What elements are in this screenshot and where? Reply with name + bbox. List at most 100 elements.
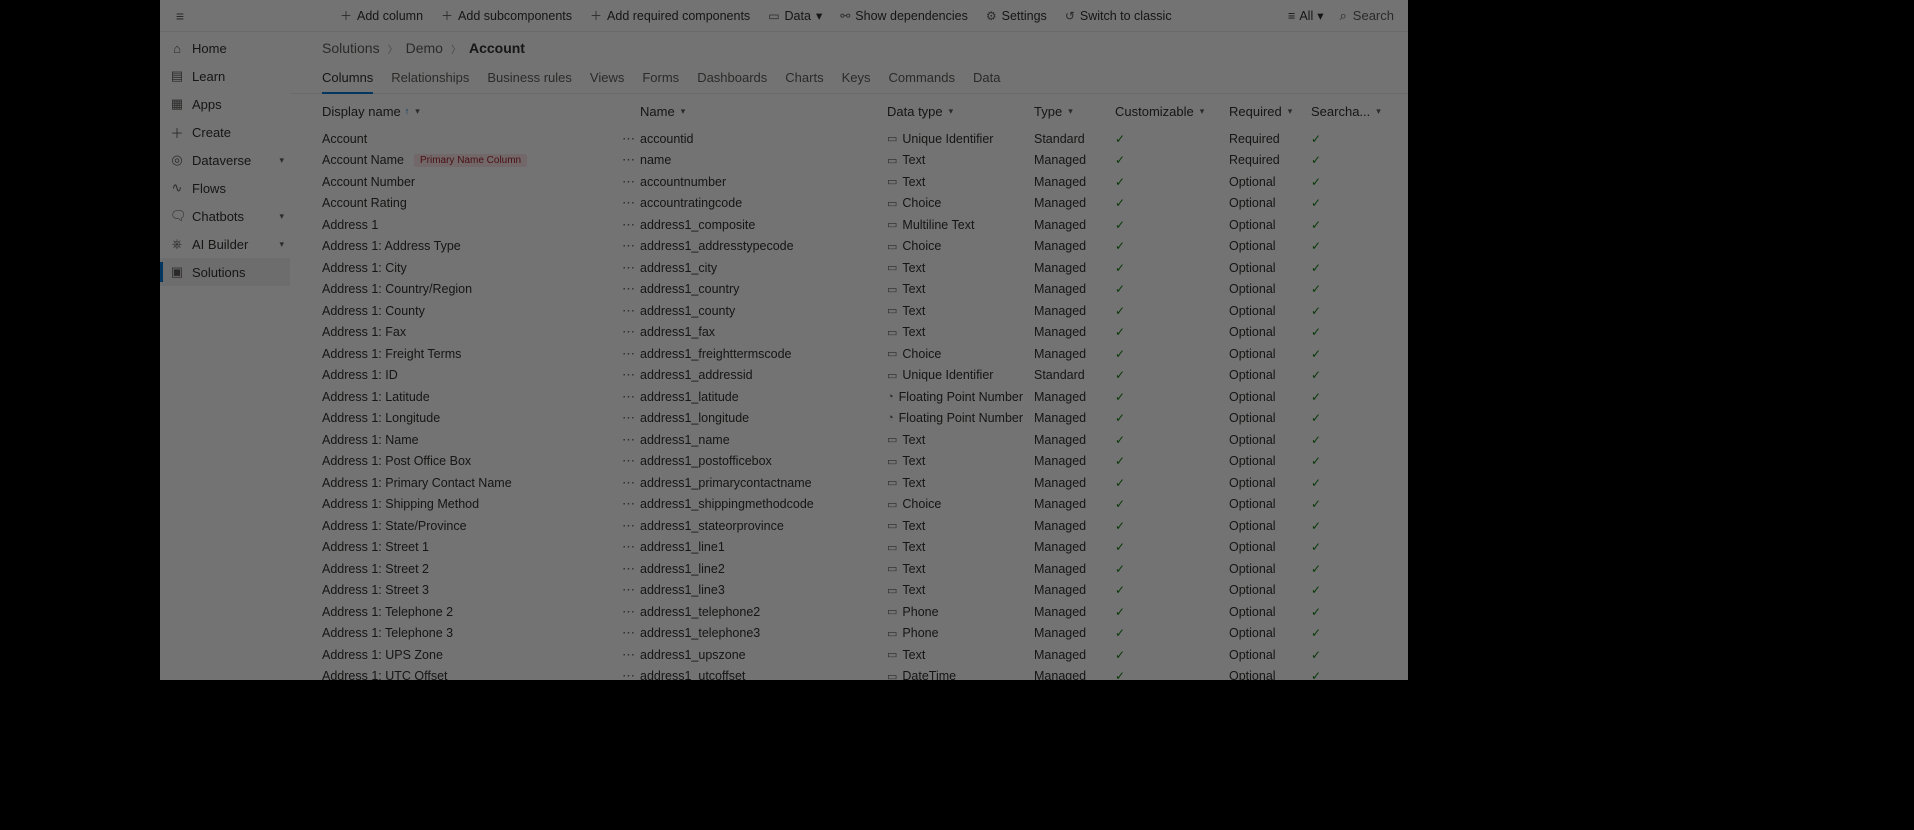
check-icon: ✓: [1115, 282, 1125, 296]
cell-data-type: Text: [902, 648, 925, 662]
breadcrumb-root[interactable]: Solutions: [322, 40, 380, 56]
col-header-customizable[interactable]: Customizable▾: [1115, 104, 1229, 119]
row-more-button[interactable]: ⋯: [618, 668, 640, 680]
add-column-button[interactable]: ＋Add column: [332, 3, 431, 28]
tab-keys[interactable]: Keys: [842, 64, 871, 93]
columns-grid[interactable]: Display name↑▾ Name▾ Data type▾ Type▾ Cu…: [290, 94, 1408, 680]
table-row[interactable]: Address 1: County⋯address1_county▭TextMa…: [290, 300, 1408, 322]
table-row[interactable]: Address 1: Latitude⋯address1_latitude◔Fl…: [290, 386, 1408, 408]
sidebar-item-apps[interactable]: ▦Apps: [160, 90, 290, 118]
add-required-button[interactable]: ＋Add required components: [582, 3, 758, 28]
tab-relationships[interactable]: Relationships: [391, 64, 469, 93]
sidebar-item-flows[interactable]: ∿Flows: [160, 174, 290, 202]
row-more-button[interactable]: ⋯: [618, 217, 640, 233]
data-dropdown[interactable]: ▭Data▾: [760, 4, 830, 27]
tab-forms[interactable]: Forms: [642, 64, 679, 93]
tab-columns[interactable]: Columns: [322, 64, 373, 93]
table-row[interactable]: Account Number⋯accountnumber▭TextManaged…: [290, 171, 1408, 193]
settings-button[interactable]: ⚙Settings: [978, 5, 1055, 27]
table-row[interactable]: Address 1: Shipping Method⋯address1_ship…: [290, 494, 1408, 516]
tab-charts[interactable]: Charts: [785, 64, 823, 93]
row-more-button[interactable]: ⋯: [618, 496, 640, 512]
table-row[interactable]: Address 1: Primary Contact Name⋯address1…: [290, 472, 1408, 494]
col-header-required[interactable]: Required▾: [1229, 104, 1311, 119]
row-more-button[interactable]: ⋯: [618, 174, 640, 190]
row-more-button[interactable]: ⋯: [618, 625, 640, 641]
sidebar-item-create[interactable]: ＋Create: [160, 118, 290, 146]
filter-all-dropdown[interactable]: ≡All▾: [1282, 4, 1329, 27]
sidebar-item-learn[interactable]: ▤Learn: [160, 62, 290, 90]
cell-data-type: Text: [902, 282, 925, 296]
sidebar-item-ai-builder[interactable]: ⎈AI Builder▾: [160, 230, 290, 258]
table-row[interactable]: Account NamePrimary Name Column⋯name▭Tex…: [290, 150, 1408, 172]
table-row[interactable]: Address 1: Street 1⋯address1_line1▭TextM…: [290, 537, 1408, 559]
check-icon: ✓: [1311, 605, 1321, 619]
check-icon: ✓: [1115, 669, 1125, 680]
show-dependencies-button[interactable]: ⚯Show dependencies: [832, 5, 976, 27]
row-more-button[interactable]: ⋯: [618, 195, 640, 211]
tab-views[interactable]: Views: [590, 64, 624, 93]
tab-commands[interactable]: Commands: [889, 64, 955, 93]
row-more-button[interactable]: ⋯: [618, 453, 640, 469]
row-more-button[interactable]: ⋯: [618, 475, 640, 491]
row-more-button[interactable]: ⋯: [618, 561, 640, 577]
row-more-button[interactable]: ⋯: [618, 582, 640, 598]
sidebar-item-home[interactable]: ⌂Home: [160, 34, 290, 62]
row-more-button[interactable]: ⋯: [618, 604, 640, 620]
table-row[interactable]: Address 1: City⋯address1_city▭TextManage…: [290, 257, 1408, 279]
tab-dashboards[interactable]: Dashboards: [697, 64, 767, 93]
table-row[interactable]: Address 1: Street 3⋯address1_line3▭TextM…: [290, 580, 1408, 602]
table-row[interactable]: Address 1: Address Type⋯address1_address…: [290, 236, 1408, 258]
table-row[interactable]: Account⋯accountid▭Unique IdentifierStand…: [290, 128, 1408, 150]
row-more-button[interactable]: ⋯: [618, 238, 640, 254]
tab-data[interactable]: Data: [973, 64, 1000, 93]
row-more-button[interactable]: ⋯: [618, 432, 640, 448]
nav-icon: ⌂: [170, 41, 184, 56]
row-more-button[interactable]: ⋯: [618, 539, 640, 555]
row-more-button[interactable]: ⋯: [618, 367, 640, 383]
table-row[interactable]: Address 1: Freight Terms⋯address1_freigh…: [290, 343, 1408, 365]
col-header-display-name[interactable]: Display name↑▾: [322, 104, 640, 119]
tab-business-rules[interactable]: Business rules: [487, 64, 572, 93]
row-more-button[interactable]: ⋯: [618, 260, 640, 276]
nav-toggle-button[interactable]: ≡: [168, 4, 192, 28]
row-more-button[interactable]: ⋯: [618, 389, 640, 405]
table-row[interactable]: Address 1: Telephone 3⋯address1_telephon…: [290, 623, 1408, 645]
cell-data-type: Text: [902, 454, 925, 468]
table-row[interactable]: Address 1: Longitude⋯address1_longitude◔…: [290, 408, 1408, 430]
col-header-name[interactable]: Name▾: [640, 104, 887, 119]
row-more-button[interactable]: ⋯: [618, 131, 640, 147]
sidebar-item-dataverse[interactable]: ◎Dataverse▾: [160, 146, 290, 174]
table-row[interactable]: Address 1: Name⋯address1_name▭TextManage…: [290, 429, 1408, 451]
table-row[interactable]: Address 1: Street 2⋯address1_line2▭TextM…: [290, 558, 1408, 580]
row-more-button[interactable]: ⋯: [618, 324, 640, 340]
row-more-button[interactable]: ⋯: [618, 303, 640, 319]
table-row[interactable]: Account Rating⋯accountratingcode▭ChoiceM…: [290, 193, 1408, 215]
row-more-button[interactable]: ⋯: [618, 346, 640, 362]
table-row[interactable]: Address 1: Country/Region⋯address1_count…: [290, 279, 1408, 301]
check-icon: ✓: [1115, 368, 1125, 382]
row-more-button[interactable]: ⋯: [618, 152, 640, 168]
table-row[interactable]: Address 1: UPS Zone⋯address1_upszone▭Tex…: [290, 644, 1408, 666]
table-row[interactable]: Address 1: Telephone 2⋯address1_telephon…: [290, 601, 1408, 623]
col-header-type[interactable]: Type▾: [1034, 104, 1115, 119]
sidebar-item-chatbots[interactable]: 🗨Chatbots▾: [160, 202, 290, 230]
col-header-searchable[interactable]: Searcha...▾: [1311, 104, 1371, 119]
row-more-button[interactable]: ⋯: [618, 281, 640, 297]
search-input[interactable]: ⌕Search: [1334, 4, 1400, 28]
table-row[interactable]: Address 1: Fax⋯address1_fax▭TextManaged✓…: [290, 322, 1408, 344]
col-header-data-type[interactable]: Data type▾: [887, 104, 1034, 119]
cell-display-name: Address 1: Street 3: [322, 583, 429, 597]
add-subcomponents-button[interactable]: ＋Add subcomponents: [433, 3, 580, 28]
table-row[interactable]: Address 1: Post Office Box⋯address1_post…: [290, 451, 1408, 473]
table-row[interactable]: Address 1: UTC Offset⋯address1_utcoffset…: [290, 666, 1408, 681]
table-row[interactable]: Address 1: State/Province⋯address1_state…: [290, 515, 1408, 537]
breadcrumb-mid[interactable]: Demo: [406, 40, 443, 56]
sidebar-item-solutions[interactable]: ▣Solutions: [160, 258, 290, 286]
row-more-button[interactable]: ⋯: [618, 518, 640, 534]
switch-classic-button[interactable]: ↺Switch to classic: [1057, 5, 1180, 27]
table-row[interactable]: Address 1⋯address1_composite▭Multiline T…: [290, 214, 1408, 236]
row-more-button[interactable]: ⋯: [618, 647, 640, 663]
row-more-button[interactable]: ⋯: [618, 410, 640, 426]
table-row[interactable]: Address 1: ID⋯address1_addressid▭Unique …: [290, 365, 1408, 387]
